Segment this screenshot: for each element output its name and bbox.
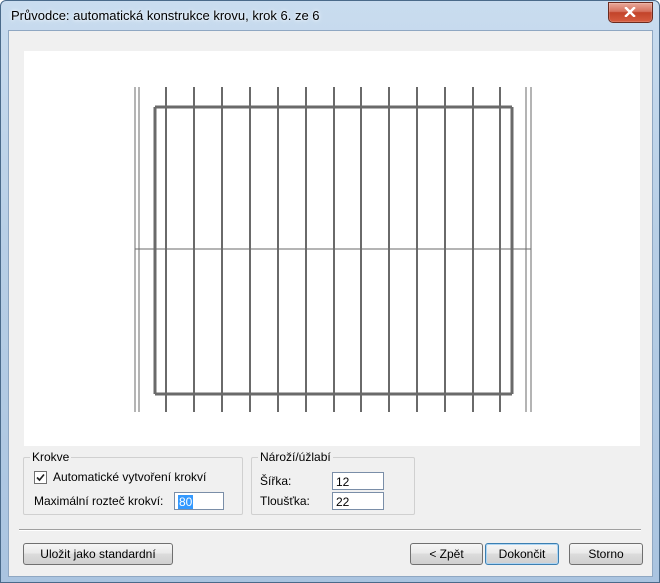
dialog-client: Krokve Automatické vytvoření krokví Maxi… [8, 30, 653, 577]
save-default-button[interactable]: Uložit jako standardní [23, 543, 173, 565]
width-label: Šířka: [260, 474, 292, 488]
title-bar[interactable]: Průvodce: automatická konstrukce krovu, … [1, 1, 659, 31]
thickness-value: 22 [336, 495, 350, 509]
close-button[interactable] [608, 2, 653, 23]
button-separator [19, 529, 641, 531]
width-value: 12 [336, 475, 350, 489]
rafters-legend: Krokve [30, 450, 72, 464]
max-spacing-value: 80 [178, 495, 194, 509]
thickness-input[interactable]: 22 [332, 492, 384, 510]
rafters-group: Krokve Automatické vytvoření krokví Maxi… [23, 450, 243, 515]
cancel-button[interactable]: Storno [569, 543, 643, 565]
corner-group: Nároží/úžlabí Šířka: 12 Tloušťka: 22 [251, 450, 415, 515]
max-spacing-label: Maximální rozteč krokví: [34, 494, 164, 508]
close-icon [624, 7, 636, 17]
back-button[interactable]: < Zpět [410, 543, 483, 565]
roof-preview [24, 51, 640, 446]
checkmark-icon [36, 473, 45, 481]
window-title: Průvodce: automatická konstrukce krovu, … [11, 8, 320, 23]
finish-button[interactable]: Dokončit [485, 543, 559, 565]
auto-create-checkbox[interactable] [34, 470, 47, 484]
max-spacing-input[interactable]: 80 [174, 492, 224, 510]
auto-create-label: Automatické vytvoření krokví [53, 470, 207, 484]
wizard-window: Průvodce: automatická konstrukce krovu, … [0, 0, 660, 583]
thickness-label: Tloušťka: [260, 494, 310, 508]
auto-create-checkbox-row[interactable]: Automatické vytvoření krokví [34, 470, 206, 484]
roof-plan-drawing [134, 87, 532, 412]
width-input[interactable]: 12 [332, 472, 384, 490]
corner-legend: Nároží/úžlabí [258, 450, 333, 464]
